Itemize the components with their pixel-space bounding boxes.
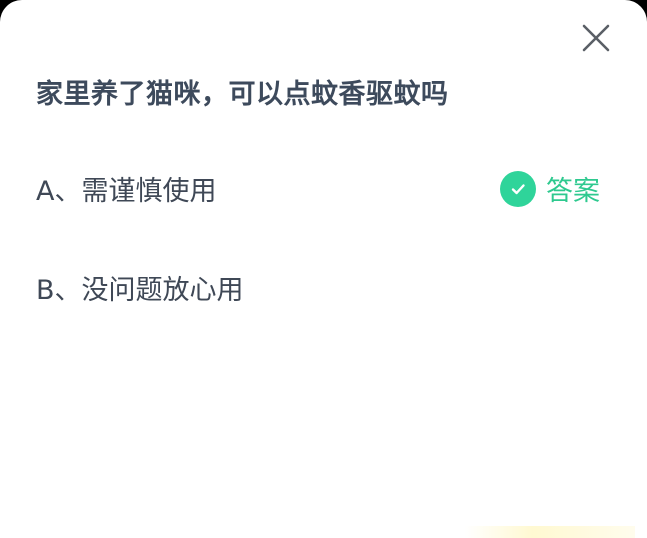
close-button[interactable] <box>578 20 614 56</box>
bottom-decoration <box>465 526 635 538</box>
check-circle-icon <box>500 170 536 207</box>
close-icon <box>582 24 610 52</box>
option-b[interactable]: B、没问题放心用 <box>36 268 244 307</box>
quiz-dialog: 家里养了猫咪，可以点蚊香驱蚊吗 A、需谨慎使用 答案 B、没问题放心用 <box>0 0 647 538</box>
question-title: 家里养了猫咪，可以点蚊香驱蚊吗 <box>36 79 449 110</box>
option-a[interactable]: A、需谨慎使用 <box>36 169 216 208</box>
answer-badge: 答案 <box>500 169 600 208</box>
answer-label: 答案 <box>546 176 600 207</box>
